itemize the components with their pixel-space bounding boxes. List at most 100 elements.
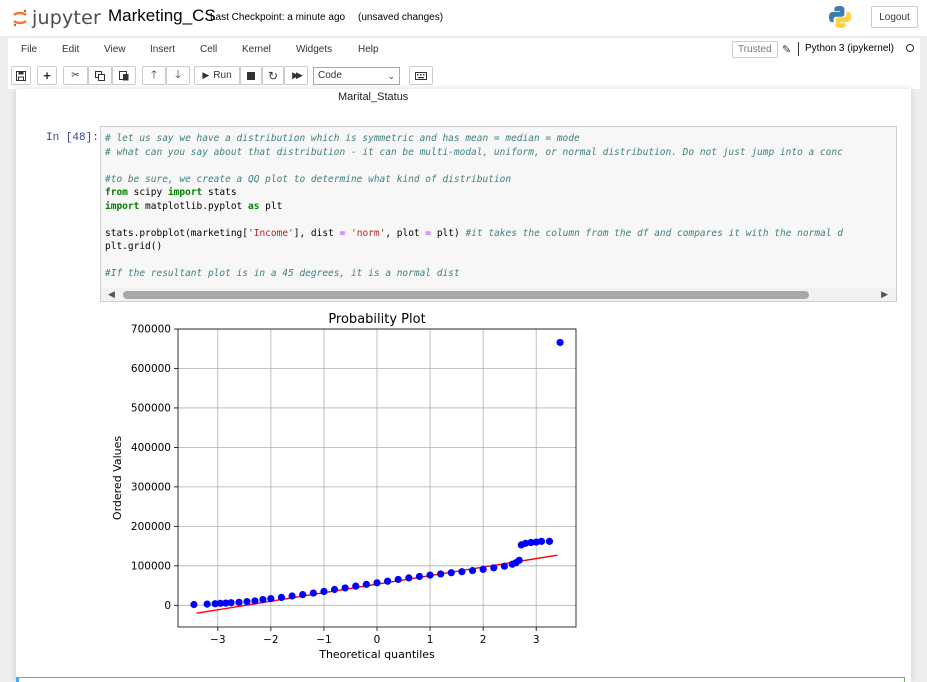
trusted-indicator[interactable]: Trusted xyxy=(732,41,778,58)
toolbar: + ✂ 🡑 🡓 ▶ Run ↻ ▶▶ Code ⌄ xyxy=(8,61,920,89)
code-token: # let us say we have a distribution whic… xyxy=(105,133,580,144)
save-icon xyxy=(16,70,26,81)
data-point xyxy=(458,568,466,576)
x-tick-label: 1 xyxy=(427,634,434,646)
scroll-left-icon[interactable]: ◀ xyxy=(108,289,115,300)
data-point xyxy=(426,571,434,579)
next-cell-selected[interactable] xyxy=(16,677,905,682)
data-point xyxy=(437,570,445,578)
run-label: Run xyxy=(213,70,232,81)
data-point xyxy=(556,338,564,347)
notebook-name[interactable]: Marketing_CS xyxy=(108,6,216,26)
copy-button[interactable] xyxy=(88,66,112,85)
data-point xyxy=(447,569,455,577)
command-palette-button[interactable] xyxy=(409,66,433,85)
code-line: # what can you say about that distributi… xyxy=(105,146,843,160)
paste-button[interactable] xyxy=(112,66,136,85)
save-button[interactable] xyxy=(11,66,31,85)
arrow-down-icon: 🡓 xyxy=(175,69,181,81)
horizontal-scrollbar[interactable]: ◀ ▶ xyxy=(101,288,896,301)
data-point xyxy=(277,593,286,601)
menu-cell[interactable]: Cell xyxy=(200,44,217,55)
code-editor[interactable]: # let us say we have a distribution whic… xyxy=(105,132,843,281)
code-line: #to be sure, we create a QQ plot to dete… xyxy=(105,173,843,187)
scrollbar-thumb[interactable] xyxy=(123,291,809,299)
menu-view[interactable]: View xyxy=(104,44,126,55)
y-tick-label: 200000 xyxy=(131,521,171,533)
code-line: from scipy import stats xyxy=(105,186,843,200)
menu-file[interactable]: File xyxy=(21,44,37,55)
logout-button[interactable]: Logout xyxy=(871,6,918,28)
probability-plot: −3 −2 −1 0 1 2 3 0 100000 200000 300000 400000 50000… xyxy=(111,312,577,661)
y-axis-label: Ordered Values xyxy=(111,436,124,520)
code-token: 'norm' xyxy=(351,227,386,239)
move-down-button[interactable]: 🡓 xyxy=(166,66,190,85)
plus-icon: + xyxy=(43,68,51,83)
data-point xyxy=(330,585,339,594)
data-point xyxy=(227,599,235,607)
code-token: stats.probplot(marketing[ xyxy=(105,227,248,239)
copy-icon xyxy=(95,70,105,81)
y-tick-label: 0 xyxy=(164,600,171,612)
menu-insert[interactable]: Insert xyxy=(150,44,175,55)
cell-type-value: Code xyxy=(318,70,342,81)
code-token: plt.grid() xyxy=(105,241,163,252)
logo-text: jupyter xyxy=(32,7,101,29)
restart-icon: ↻ xyxy=(267,68,279,83)
y-tick-label: 700000 xyxy=(131,324,171,336)
arrow-up-icon: 🡑 xyxy=(151,69,157,81)
restart-run-all-button[interactable]: ▶▶ xyxy=(284,66,308,85)
move-up-button[interactable]: 🡑 xyxy=(142,66,166,85)
data-point xyxy=(267,594,275,603)
kernel-idle-icon xyxy=(906,44,914,52)
menu-kernel[interactable]: Kernel xyxy=(242,44,271,55)
chart-title: Probability Plot xyxy=(328,312,425,327)
jupyter-logo-icon xyxy=(13,9,27,27)
menu-widgets[interactable]: Widgets xyxy=(296,44,332,55)
pencil-icon[interactable]: ✎ xyxy=(782,43,791,56)
run-button[interactable]: ▶ Run xyxy=(194,66,240,85)
code-line: # let us say we have a distribution whic… xyxy=(105,132,843,146)
code-line: stats.probplot(marketing['Income'], dist… xyxy=(105,227,843,241)
data-point xyxy=(203,600,211,608)
x-tick-label: −1 xyxy=(316,634,331,646)
data-point xyxy=(373,579,381,587)
cut-button[interactable]: ✂ xyxy=(63,66,88,85)
code-token: #it takes the column from the df and com… xyxy=(465,227,843,239)
kernel-name[interactable]: Python 3 (ipykernel) xyxy=(798,42,894,56)
y-tick-label: 300000 xyxy=(131,481,171,493)
data-point xyxy=(362,580,370,588)
menu-help[interactable]: Help xyxy=(358,44,379,55)
code-token: 'Income' xyxy=(248,227,294,239)
chevron-down-icon: ⌄ xyxy=(387,71,395,81)
data-point xyxy=(251,597,259,605)
code-token: plt xyxy=(259,200,283,212)
y-tick-label: 400000 xyxy=(131,442,171,454)
x-tick-label: 2 xyxy=(480,634,487,646)
notebook-container: Marital_Status In [48]: # let us say we … xyxy=(16,89,911,682)
y-tick-label: 500000 xyxy=(131,402,171,414)
data-point xyxy=(259,595,267,604)
data-point xyxy=(500,562,508,570)
data-point xyxy=(468,566,477,575)
previous-output-label: Marital_Status xyxy=(338,91,409,103)
cell-type-select[interactable]: Code ⌄ xyxy=(313,67,400,85)
jupyter-logo[interactable]: jupyter xyxy=(12,6,101,30)
insert-cell-button[interactable]: + xyxy=(37,66,57,85)
menubar: File Edit View Insert Cell Kernel Widget… xyxy=(8,37,920,62)
scroll-right-icon[interactable]: ▶ xyxy=(881,289,888,300)
code-token: #to be sure, we create a QQ plot to dete… xyxy=(105,173,512,185)
restart-button[interactable]: ↻ xyxy=(262,66,284,85)
data-point xyxy=(235,598,243,606)
interrupt-button[interactable] xyxy=(240,66,262,85)
keyboard-icon xyxy=(415,71,427,80)
code-token: ], dist xyxy=(293,227,340,239)
code-token: #If the resultant plot is in a 45 degree… xyxy=(105,268,460,279)
menu-edit[interactable]: Edit xyxy=(62,44,79,55)
data-point xyxy=(545,537,554,545)
paste-icon xyxy=(119,71,129,81)
data-point xyxy=(537,537,546,545)
code-cell-input[interactable]: # let us say we have a distribution whic… xyxy=(100,126,897,302)
